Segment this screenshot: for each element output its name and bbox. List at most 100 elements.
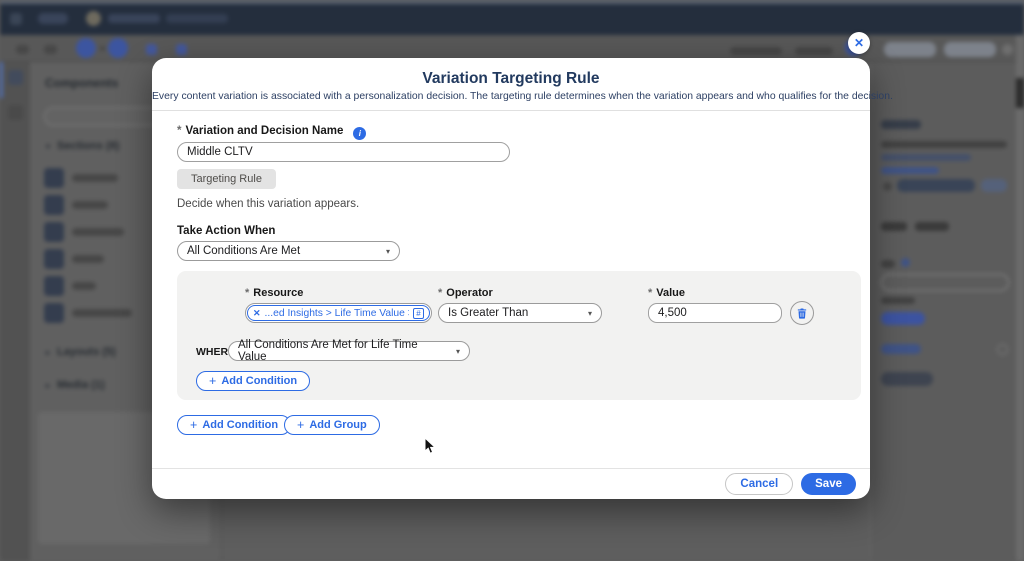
header-divider (152, 110, 870, 111)
caret-down-icon: ▾ (46, 141, 51, 151)
chevron-down-icon: ▾ (587, 308, 592, 318)
tool-icon (176, 44, 187, 55)
resource-value: ...ed Insights > Life Time Value > CLTV (264, 307, 409, 319)
add-group-label: Add Group (309, 419, 367, 431)
value-label: * Value (648, 287, 685, 299)
panel-tab-blurred (915, 222, 949, 231)
sidebar-section-sections: ▾ Sections (8) (46, 140, 119, 152)
component-icon (44, 249, 64, 269)
global-nav-bar (0, 4, 1024, 35)
operator-value: Is Greater Than (448, 307, 529, 319)
value-label-text: Value (656, 287, 686, 299)
more-icon (1002, 44, 1013, 55)
section-label: Sections (8) (57, 140, 120, 152)
component-label-blurred (72, 255, 104, 263)
zoom-select-blurred (795, 47, 833, 55)
panel-heading-blurred (881, 120, 921, 129)
add-group-button[interactable]: + Add Group (284, 415, 380, 435)
device-label-blurred (730, 47, 782, 55)
scrollbar-track[interactable] (1016, 35, 1024, 561)
step-circle-icon (108, 38, 128, 58)
value-input[interactable] (648, 303, 782, 323)
modal-footer: Cancel Save (725, 473, 856, 495)
panel-label-blurred (881, 260, 895, 268)
where-value: All Conditions Are Met for Life Time Val… (238, 339, 418, 363)
sidebar-title: Components (45, 76, 119, 90)
resource-label: * Resource (245, 287, 303, 299)
add-condition-inner-button[interactable]: + Add Condition (196, 371, 311, 391)
plus-icon: + (297, 418, 305, 432)
required-marker: * (648, 287, 653, 299)
cancel-button[interactable]: Cancel (725, 473, 794, 495)
panel-text-blurred (881, 297, 915, 304)
tab-targeting-rule[interactable]: Targeting Rule (177, 169, 276, 189)
required-marker: * (245, 287, 250, 299)
caret-right-icon: ▸ (46, 380, 51, 390)
operator-label: * Operator (438, 287, 493, 299)
nav-back-blurred (38, 13, 68, 24)
panel-input-blurred (881, 274, 1009, 291)
add-condition-button[interactable]: + Add Condition (177, 415, 292, 435)
delete-condition-button[interactable] (790, 301, 814, 325)
step-arrow-icon (100, 46, 105, 51)
resource-combobox[interactable]: ✕ ...ed Insights > Life Time Value > CLT… (245, 303, 432, 323)
info-icon[interactable]: i (353, 127, 367, 140)
panel-toggle-icon (883, 182, 892, 191)
rail-active-indicator (0, 62, 3, 98)
name-input[interactable] (177, 142, 510, 162)
remove-selection-icon[interactable]: ✕ (253, 308, 261, 319)
take-action-select[interactable]: All Conditions Are Met ▾ (177, 241, 400, 261)
component-label-blurred (72, 228, 124, 236)
app-grid-icon (10, 13, 22, 25)
variation-targeting-rule-modal: Variation Targeting Rule Every content v… (152, 58, 893, 499)
close-modal-button[interactable]: ✕ (848, 32, 870, 54)
condition-group: * Resource * Operator * Value ✕ ...ed Insig… (177, 271, 861, 400)
nav-title-blurred (108, 14, 160, 23)
section-label: Layouts (5) (57, 346, 116, 358)
name-label-text: Variation and Decision Name (185, 125, 344, 137)
name-field-label: * Variation and Decision Name i (177, 125, 367, 140)
component-label-blurred (72, 282, 96, 290)
panel-link-blurred (881, 167, 939, 174)
close-icon: ✕ (853, 36, 865, 50)
plus-icon: + (209, 374, 217, 388)
save-button[interactable]: Save (801, 473, 856, 495)
plus-icon: + (190, 418, 198, 432)
panel-pill-blurred (981, 179, 1007, 192)
settings-rail-icon (8, 105, 23, 120)
scrollbar-thumb[interactable] (1016, 78, 1024, 108)
preview-button-blurred (884, 42, 936, 57)
component-label-blurred (72, 174, 118, 182)
panel-text-blurred (881, 141, 1007, 148)
required-marker: * (438, 287, 443, 299)
step-circle-icon (76, 38, 96, 58)
take-action-value: All Conditions Are Met (187, 245, 301, 257)
where-select[interactable]: All Conditions Are Met for Life Time Val… (228, 339, 470, 363)
component-icon (44, 222, 64, 242)
operator-select[interactable]: Is Greater Than ▾ (438, 303, 602, 323)
panel-text-blurred (881, 154, 971, 161)
resource-selection-pill[interactable]: ✕ ...ed Insights > Life Time Value > CLT… (247, 305, 430, 321)
modal-title: Variation Targeting Rule (422, 70, 600, 87)
properties-panel (870, 62, 1016, 561)
operator-label-text: Operator (446, 287, 493, 299)
modal-subtitle: Every content variation is associated wi… (152, 91, 893, 102)
component-icon (44, 168, 64, 188)
redo-icon (44, 45, 57, 54)
screen: Components ▾ Sections (8) ▸ Layouts (5) (0, 0, 1024, 561)
panel-pill-blurred (897, 179, 975, 192)
left-icon-rail (0, 62, 30, 561)
sidebar-section-layouts: ▸ Layouts (5) (46, 346, 116, 358)
panel-circle-icon (997, 344, 1008, 355)
components-rail-icon (8, 70, 23, 85)
footer-divider (152, 468, 870, 469)
trash-icon (797, 308, 807, 319)
section-label: Media (1) (57, 379, 105, 391)
undo-icon (16, 45, 29, 54)
sidebar-section-media: ▸ Media (1) (46, 379, 105, 391)
panel-tab-blurred (881, 222, 907, 231)
panel-button-blurred (881, 312, 925, 325)
chevron-down-icon: ▾ (385, 246, 390, 256)
publish-button-blurred (944, 42, 996, 57)
component-label-blurred (72, 201, 108, 209)
